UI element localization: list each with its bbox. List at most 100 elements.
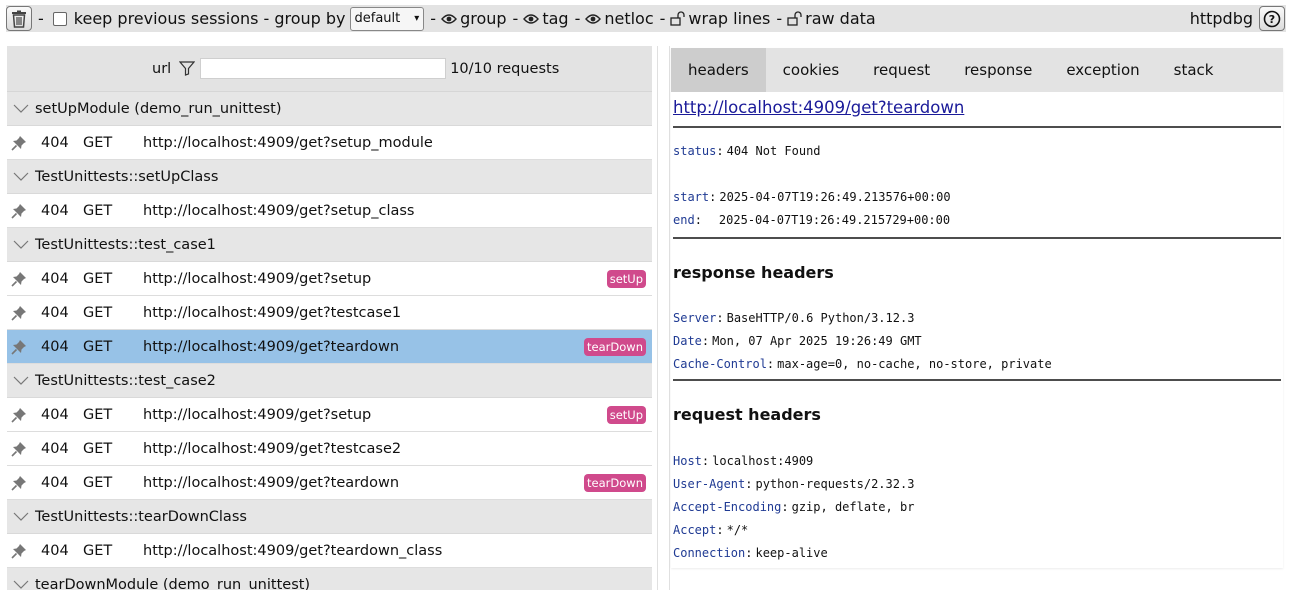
group-title: setUpModule (demo_run_unittest)	[35, 100, 282, 117]
request-count: 10/10 requests	[450, 60, 560, 77]
separator: -	[574, 9, 581, 28]
header-line: Cache-Control: max-age=0, no-cache, no-st…	[673, 356, 1052, 371]
request-tag-badge: setUp	[606, 406, 646, 424]
request-method: GET	[83, 134, 113, 151]
divider	[673, 379, 1281, 381]
request-url: http://localhost:4909/get?teardown_class	[143, 542, 443, 559]
pin-icon[interactable]	[7, 543, 41, 559]
request-method: GET	[83, 440, 113, 457]
request-row[interactable]: 404 GET http://localhost:4909/get?setup_mo…	[7, 126, 652, 160]
eye-icon	[441, 13, 458, 25]
tab-request[interactable]: request	[856, 48, 947, 92]
keep-sessions-checkbox[interactable]	[52, 11, 67, 26]
header-line: Connection: keep-alive	[673, 545, 828, 560]
request-row[interactable]: 404 GET http://localhost:4909/get?teardown…	[7, 534, 652, 568]
chevron-down-icon[interactable]	[7, 240, 35, 250]
request-row[interactable]: 404 GET http://localhost:4909/get?testcase…	[7, 296, 652, 330]
separator: -	[659, 9, 666, 28]
chevron-down-icon[interactable]	[7, 172, 35, 182]
header-line: Accept: */*	[673, 522, 749, 537]
wrap-lines-toggle[interactable]: wrap lines	[670, 9, 770, 28]
eye-icon	[523, 13, 540, 25]
status-key: status	[673, 143, 717, 158]
url-filter-input[interactable]	[200, 58, 447, 79]
group-header[interactable]: tearDownModule (demo_run_unittest)	[7, 568, 652, 590]
chevron-down-icon[interactable]	[7, 376, 35, 386]
unlock-icon	[670, 11, 686, 26]
chevron-down-icon: ▾	[414, 13, 420, 24]
netloc-toggle[interactable]: netloc	[585, 9, 654, 28]
request-method: GET	[83, 406, 113, 423]
trash-icon	[12, 10, 26, 28]
request-list: setUpModule (demo_run_unittest) 404 GET htt…	[7, 92, 652, 590]
pane-divider	[669, 46, 670, 590]
tab-headers[interactable]: headers	[671, 48, 766, 92]
svg-text:?: ?	[1269, 13, 1275, 26]
help-button[interactable]: ?	[1259, 6, 1285, 31]
tab-response[interactable]: response	[947, 48, 1049, 92]
header-key: Accept-Encoding	[673, 499, 782, 514]
group-header[interactable]: TestUnittests::setUpClass	[7, 160, 652, 194]
group-header[interactable]: TestUnittests::tearDownClass	[7, 500, 652, 534]
start-key: start	[673, 189, 710, 204]
request-row[interactable]: 404 GET http://localhost:4909/get?teardown…	[7, 330, 652, 364]
separator: -	[430, 9, 437, 28]
chevron-down-icon[interactable]	[7, 580, 35, 590]
tag-toggle[interactable]: tag	[523, 9, 569, 28]
eye-icon	[585, 13, 602, 25]
group-toggle[interactable]: group	[441, 9, 507, 28]
request-method: GET	[83, 202, 113, 219]
tab-label: stack	[1173, 61, 1214, 79]
pin-icon[interactable]	[7, 339, 41, 355]
group-title: TestUnittests::tearDownClass	[35, 508, 247, 525]
request-url: http://localhost:4909/get?testcase1	[143, 304, 402, 321]
tab-cookies[interactable]: cookies	[766, 48, 857, 92]
header-line: User-Agent: python-requests/2.32.3	[673, 476, 915, 491]
group-by-select[interactable]: default ▾	[349, 6, 425, 31]
filter-icon[interactable]	[179, 61, 196, 76]
request-url-link[interactable]: http://localhost:4909/get?teardown	[673, 98, 1281, 117]
request-row[interactable]: 404 GET http://localhost:4909/get?testcase…	[7, 432, 652, 466]
request-status: 404	[41, 304, 69, 321]
request-row[interactable]: 404 GET http://localhost:4909/get?teardown…	[7, 466, 652, 500]
group-toggle-label: group	[460, 9, 507, 28]
header-value: python-requests/2.32.3	[755, 476, 915, 491]
pin-icon[interactable]	[7, 305, 41, 321]
request-method: GET	[83, 270, 113, 287]
request-row[interactable]: 404 GET http://localhost:4909/get?setup set…	[7, 262, 652, 296]
tab-exception[interactable]: exception	[1049, 48, 1156, 92]
request-row[interactable]: 404 GET http://localhost:4909/get?setup set…	[7, 398, 652, 432]
separator: -	[776, 9, 783, 28]
clear-requests-button[interactable]	[6, 6, 32, 31]
request-row[interactable]: 404 GET http://localhost:4909/get?setup_cl…	[7, 194, 652, 228]
request-url: http://localhost:4909/get?setup	[143, 406, 372, 423]
chevron-down-icon[interactable]	[7, 104, 35, 114]
header-line: Accept-Encoding: gzip, deflate, br	[673, 499, 915, 514]
header-key: Host	[673, 453, 702, 468]
raw-data-toggle[interactable]: raw data	[787, 9, 876, 28]
request-headers-title: request headers	[673, 405, 821, 424]
pin-icon[interactable]	[7, 475, 41, 491]
pin-icon[interactable]	[7, 271, 41, 287]
request-url: http://localhost:4909/get?setup_module	[143, 134, 433, 151]
group-header[interactable]: TestUnittests::test_case2	[7, 364, 652, 398]
chevron-down-icon[interactable]	[7, 512, 35, 522]
tab-label: exception	[1066, 61, 1140, 79]
request-status: 404	[41, 474, 69, 491]
group-header[interactable]: TestUnittests::test_case1	[7, 228, 652, 262]
request-url: http://localhost:4909/get?setup_class	[143, 202, 415, 219]
pin-icon[interactable]	[7, 407, 41, 423]
group-header[interactable]: setUpModule (demo_run_unittest)	[7, 92, 652, 126]
request-status: 404	[41, 440, 69, 457]
request-method: GET	[83, 542, 113, 559]
pin-icon[interactable]	[7, 441, 41, 457]
pin-icon[interactable]	[7, 203, 41, 219]
pane-divider[interactable]	[657, 46, 658, 590]
netloc-toggle-label: netloc	[604, 9, 654, 28]
tab-stack[interactable]: stack	[1157, 48, 1231, 92]
request-status: 404	[41, 270, 69, 287]
request-status: 404	[41, 134, 69, 151]
status-value: 404 Not Found	[726, 143, 821, 158]
request-url: http://localhost:4909/get?teardown	[143, 338, 400, 355]
pin-icon[interactable]	[7, 135, 41, 151]
